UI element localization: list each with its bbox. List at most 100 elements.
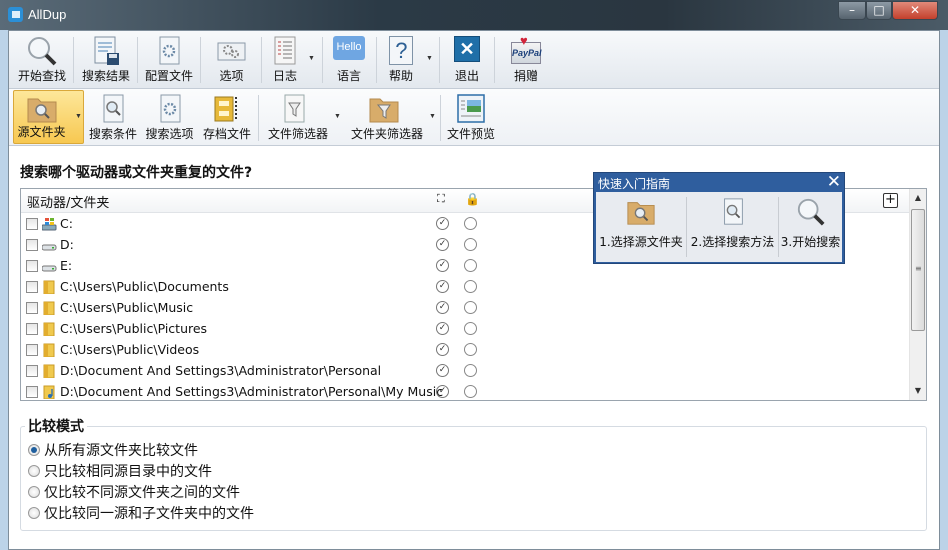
- guide-step-select-source[interactable]: 1.选择源文件夹: [596, 192, 686, 262]
- search-options-button[interactable]: 搜索选项: [142, 91, 197, 145]
- source-folder-label: 源文件夹: [17, 125, 66, 139]
- protect-radio[interactable]: [464, 238, 477, 251]
- title-bar: AllDup – □ ✕: [0, 0, 948, 30]
- options-label: 选项: [219, 69, 244, 83]
- file-preview-icon: [457, 94, 485, 123]
- include-checkbox[interactable]: [26, 344, 38, 356]
- search-results-button[interactable]: 搜索结果: [77, 33, 135, 87]
- folder-path: C:: [60, 216, 73, 231]
- radio-button[interactable]: [28, 486, 40, 498]
- protect-radio[interactable]: [464, 322, 477, 335]
- file-filter-dropdown-arrow-icon[interactable]: ▼: [334, 113, 341, 120]
- exit-icon: ✕: [454, 36, 480, 62]
- list-item[interactable]: C:\Users\Public\Documents ✓: [21, 277, 909, 298]
- compare-mode-group: 比较模式 从所有源文件夹比较文件 只比较相同源目录中的文件 仅比较不同源文件夹之间的…: [20, 416, 927, 531]
- log-button[interactable]: ▼ 日志: [263, 33, 319, 87]
- radio-button[interactable]: [28, 465, 40, 477]
- language-button[interactable]: Hello 语言: [325, 33, 373, 87]
- close-button[interactable]: ✕: [892, 1, 938, 20]
- list-item[interactable]: D:\Document And Settings3\Administrator\…: [21, 382, 909, 400]
- help-label: 帮助: [388, 69, 413, 83]
- heart-icon: ♥: [520, 33, 528, 48]
- column-header-drive-folder[interactable]: 驱动器/文件夹: [27, 192, 109, 211]
- help-button[interactable]: ? ▼ 帮助: [379, 33, 435, 87]
- sub-toolbar: ▼ 源文件夹 搜索条件 搜索选项 存档文件 ▼ 文件筛选器 ▼ 文件夹筛选器 文…: [9, 89, 939, 146]
- start-search-button[interactable]: 开始查找: [13, 33, 71, 87]
- donate-label: 捐赠: [513, 69, 538, 83]
- archive-button[interactable]: 存档文件: [199, 91, 255, 145]
- main-toolbar: 开始查找 搜索结果 配置文件 选项 ▼ 日志 Hello 语言 ? ▼ 帮助 ✕…: [9, 31, 939, 89]
- include-checkbox[interactable]: [26, 365, 38, 377]
- folder-search-icon: [27, 98, 57, 123]
- search-criteria-button[interactable]: 搜索条件: [85, 91, 141, 145]
- donate-button[interactable]: PayPal ♥ 捐赠: [498, 33, 554, 87]
- log-dropdown-arrow-icon[interactable]: ▼: [308, 55, 315, 62]
- protect-radio[interactable]: [464, 343, 477, 356]
- maximize-button[interactable]: □: [866, 1, 892, 20]
- radio-button[interactable]: [28, 444, 40, 456]
- guide-step-select-method[interactable]: 2.选择搜索方法: [687, 192, 778, 262]
- folder-filter-button[interactable]: ▼ 文件夹筛选器: [345, 91, 437, 145]
- close-guide-icon[interactable]: ✕: [827, 172, 841, 192]
- scroll-up-arrow-icon[interactable]: ▲: [910, 193, 926, 202]
- radio-button[interactable]: [28, 507, 40, 519]
- include-checkbox[interactable]: [26, 218, 38, 230]
- scroll-down-arrow-icon[interactable]: ▼: [910, 386, 926, 395]
- option-label: 从所有源文件夹比较文件: [44, 443, 198, 459]
- start-search-label: 开始查找: [17, 69, 66, 83]
- include-checkbox[interactable]: [26, 323, 38, 335]
- quick-start-guide-title: 快速入门指南: [598, 177, 671, 191]
- scrollbar-thumb[interactable]: ≡: [911, 209, 925, 331]
- magnifier-icon: [797, 198, 825, 226]
- protect-radio[interactable]: [464, 259, 477, 272]
- protect-radio[interactable]: [464, 364, 477, 377]
- search-results-label: 搜索结果: [81, 69, 130, 83]
- guide-step-start-search[interactable]: 3.开始搜索: [779, 192, 842, 262]
- include-checkbox[interactable]: [26, 239, 38, 251]
- minimize-button[interactable]: –: [838, 1, 866, 20]
- lock-column-icon[interactable]: 🔒: [465, 192, 480, 206]
- folder-path: D:: [60, 237, 74, 252]
- vertical-scrollbar[interactable]: ▲ ≡ ▼: [909, 189, 926, 400]
- options-button[interactable]: 选项: [204, 33, 259, 87]
- include-checkbox[interactable]: [26, 260, 38, 272]
- exit-button[interactable]: ✕ 退出: [443, 33, 491, 87]
- folder-path: C:\Users\Public\Pictures: [60, 321, 208, 336]
- folder-path: D:\Document And Settings3\Administrator\…: [60, 363, 382, 378]
- list-item[interactable]: C:\Users\Public\Pictures ✓: [21, 319, 909, 340]
- add-folder-button[interactable]: +: [883, 193, 898, 208]
- protect-radio[interactable]: [464, 301, 477, 314]
- file-preview-button[interactable]: 文件预览: [443, 91, 499, 145]
- include-subfolders-toggle[interactable]: ✓: [436, 322, 449, 335]
- protect-radio[interactable]: [464, 217, 477, 230]
- profile-button[interactable]: 配置文件: [140, 33, 198, 87]
- drive-icon: [42, 244, 57, 251]
- include-subfolders-toggle[interactable]: ✓: [436, 259, 449, 272]
- archive-icon: [214, 96, 237, 122]
- compare-mode-title: 比较模式: [25, 416, 87, 436]
- drive-icon: [42, 265, 57, 272]
- include-subfolders-toggle[interactable]: ✓: [436, 238, 449, 251]
- include-checkbox[interactable]: [26, 281, 38, 293]
- include-checkbox[interactable]: [26, 386, 38, 398]
- help-dropdown-arrow-icon[interactable]: ▼: [426, 55, 433, 62]
- include-subfolders-toggle[interactable]: ✓: [436, 301, 449, 314]
- file-filter-button[interactable]: ▼ 文件筛选器: [262, 91, 342, 145]
- include-subfolders-toggle[interactable]: ✓: [436, 280, 449, 293]
- subfolders-column-icon[interactable]: ⛶: [437, 192, 445, 206]
- include-subfolders-toggle[interactable]: ✓: [436, 217, 449, 230]
- list-item[interactable]: C:\Users\Public\Music ✓: [21, 298, 909, 319]
- search-options-label: 搜索选项: [145, 127, 194, 141]
- list-item[interactable]: C:\Users\Public\Videos ✓: [21, 340, 909, 361]
- source-folder-dropdown-arrow-icon[interactable]: ▼: [75, 113, 82, 120]
- include-checkbox[interactable]: [26, 302, 38, 314]
- protect-radio[interactable]: [464, 385, 477, 398]
- include-subfolders-toggle[interactable]: ✓: [436, 343, 449, 356]
- include-subfolders-toggle[interactable]: ✓: [436, 364, 449, 377]
- search-criteria-icon: [103, 94, 124, 123]
- protect-radio[interactable]: [464, 280, 477, 293]
- list-item[interactable]: D:\Document And Settings3\Administrator\…: [21, 361, 909, 382]
- include-subfolders-toggle[interactable]: ✓: [436, 385, 449, 398]
- folder-filter-dropdown-arrow-icon[interactable]: ▼: [429, 113, 436, 120]
- source-folder-button[interactable]: ▼ 源文件夹: [13, 90, 84, 144]
